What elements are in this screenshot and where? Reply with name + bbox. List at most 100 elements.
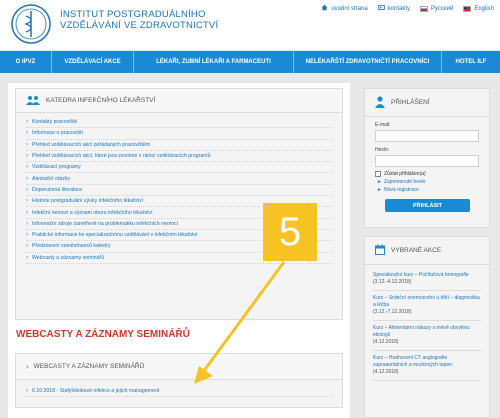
people-icon (26, 95, 40, 107)
calendar-icon (375, 244, 385, 257)
top-link-home[interactable]: úvodní strana (321, 4, 368, 13)
list-item[interactable]: Kurz – Srdeční onemocnění u dětí – diagn… (373, 291, 481, 321)
arrow-right-icon: › (26, 254, 28, 261)
login-title: PŘIHLÁŠENÍ (391, 99, 430, 106)
department-header: KATEDRA INFEKČNÍHO LÉKAŘSTVÍ (16, 89, 342, 113)
top-link-contacts-label: kontakty (387, 5, 411, 12)
top-link-russian-label: Русский (431, 5, 454, 12)
arrow-right-icon: ► (377, 179, 382, 185)
flag-ru-icon (420, 5, 429, 12)
department-link-label: Infekční nemoci a význam oboru infekčníh… (32, 209, 153, 216)
register-link[interactable]: ► Nová registrace (377, 187, 489, 193)
webcasts-section-title: WEBCASTY A ZÁZNAMY SEMINÁŘŮ (16, 329, 190, 340)
contacts-icon (377, 4, 385, 13)
nav-item-hotel-ilf[interactable]: HOTEL ILF (442, 51, 500, 73)
flag-en-icon (463, 5, 472, 12)
top-link-russian[interactable]: Русский (420, 5, 454, 12)
list-item[interactable]: › Doporučená literatura (26, 185, 332, 197)
webcasts-box-title: WEBCASTY A ZÁZNAMY SEMINÁŘŮ (33, 363, 145, 370)
action-title: Specializační kurz – Počítačová tomograf… (373, 272, 469, 278)
department-link-label: Kontakty pracoviště (32, 119, 78, 126)
nav-item-o-ipvz[interactable]: O IPVZ (0, 51, 52, 73)
arrow-right-icon: › (26, 130, 28, 137)
list-item[interactable]: › Přehled vzdělávacích akcí pořádaných pr… (26, 140, 332, 151)
action-date: (4.12.2018) (373, 369, 399, 375)
action-title: Kurz – Srdeční onemocnění u dětí – diagn… (373, 295, 480, 308)
department-link-label: Praktické informace ke specializačnímu v… (32, 232, 198, 239)
institute-name[interactable]: INSTITUT POSTGRADUÁLNÍHO VZDĚLÁVÁNÍ VE Z… (60, 9, 218, 31)
forgot-password-label: Zapomenuté heslo (383, 179, 426, 185)
remember-label: Zůstat přihlášen(a) (384, 171, 426, 177)
webcast-item-label: 6.10.2018 - Stafylokokové infekce a jeji… (32, 388, 160, 395)
arrow-right-icon: › (26, 153, 28, 160)
list-item[interactable]: › 6.10.2018 - Stafylokokové infekce a je… (26, 386, 332, 398)
login-button[interactable]: PŘIHLÁSIT (385, 199, 470, 212)
arrow-right-icon: › (26, 388, 28, 395)
arrow-right-icon: › (26, 198, 28, 205)
login-header: PŘIHLÁŠENÍ (365, 89, 489, 117)
nav-item-vzdelavaci-akce[interactable]: VZDĚLÁVACÍ AKCE (52, 51, 134, 73)
forgot-password-link[interactable]: ► Zapomenuté heslo (377, 179, 489, 185)
list-item[interactable]: › Vzdělávací programy (26, 162, 332, 174)
arrow-right-icon: › (26, 164, 28, 171)
department-link-label: Informační zdroje zaměřené na problemati… (32, 220, 179, 227)
list-item[interactable]: › Atestační otázky (26, 173, 332, 185)
remember-row: Zůstat přihlášen(a) (375, 171, 489, 177)
nav-item-nelekarsti[interactable]: NELÉKAŘŠTÍ ZDRAVOTNIČTÍ PRACOVNÍCI (294, 51, 442, 73)
institute-name-line2: VZDĚLÁVÁNÍ VE ZDRAVOTNICTVÍ (60, 20, 219, 31)
department-link-label: Vzdělávací programy (32, 164, 81, 171)
email-field[interactable] (375, 130, 479, 142)
action-title: Kurz – Alimentární nákazy s méně obvyklo… (373, 325, 470, 338)
register-label: Nová registrace (383, 187, 419, 193)
user-icon (375, 95, 385, 110)
department-link-label: Přehled vzdělávacích akcí pořádaných pra… (32, 141, 151, 148)
action-date: (3.12.-7.12.2018) (373, 309, 412, 315)
list-item[interactable]: Specializační kurz – Počítačová tomograf… (373, 268, 481, 291)
remember-checkbox[interactable] (375, 171, 381, 177)
list-item[interactable]: Kurz – Hodnocení CT angiografie supraaor… (373, 351, 481, 381)
password-label: Heslo: (375, 147, 390, 153)
webcasts-box: › WEBCASTY A ZÁZNAMY SEMINÁŘŮ › 6.10.201… (15, 353, 343, 408)
password-field[interactable] (375, 155, 479, 167)
main-nav: O IPVZ VZDĚLÁVACÍ AKCE LÉKAŘI, ZUBNÍ LÉK… (0, 51, 500, 73)
action-date: (4.12.2018) (373, 339, 399, 345)
list-item[interactable]: Kurz – Alimentární nákazy s méně obvyklo… (373, 321, 481, 351)
chevron-right-icon: › (26, 362, 29, 371)
home-icon (321, 4, 328, 13)
arrow-right-icon: › (26, 209, 28, 216)
arrow-right-icon: › (26, 141, 28, 148)
step-number-badge: 5 (263, 203, 317, 261)
department-link-label: Přehled vzdělávacích akcí, které jsou po… (32, 153, 211, 160)
webcasts-header[interactable]: › WEBCASTY A ZÁZNAMY SEMINÁŘŮ (16, 354, 342, 380)
list-item[interactable]: › Přehled vzdělávacích akcí, které jsou p… (26, 151, 332, 163)
action-date: (3.12.-4.12.2018) (373, 279, 412, 285)
selected-actions-box: VYBRANÉ AKCE Specializační kurz – Počíta… (364, 236, 490, 418)
arrow-right-icon: › (26, 243, 28, 250)
department-link-label: Představení zaměstnanců katedry (32, 243, 111, 250)
selected-actions-title: VYBRANÉ AKCE (391, 247, 442, 254)
site-header: INSTITUT POSTGRADUÁLNÍHO VZDĚLÁVÁNÍ VE Z… (0, 0, 500, 50)
arrow-right-icon: › (26, 175, 28, 182)
department-link-label: Informace o pracovišti (32, 130, 83, 137)
arrow-right-icon: ► (377, 187, 382, 193)
arrow-right-icon: › (26, 119, 28, 126)
selected-actions-header: VYBRANÉ AKCE (365, 237, 489, 265)
top-link-home-label: úvodní strana (331, 5, 368, 12)
webcasts-list: › 6.10.2018 - Stafylokokové infekce a je… (16, 380, 342, 398)
institute-name-line1: INSTITUT POSTGRADUÁLNÍHO (60, 9, 206, 20)
institute-logo[interactable] (10, 3, 52, 45)
list-item[interactable]: › Informace o pracovišti (26, 128, 332, 140)
nav-item-lekari[interactable]: LÉKAŘI, ZUBNÍ LÉKAŘI A FARMACEUTI (134, 51, 294, 73)
department-link-label: Doporučená literatura (32, 186, 82, 193)
list-item[interactable]: › Kontakty pracoviště (26, 117, 332, 129)
department-link-label: Atestační otázky (32, 175, 71, 182)
email-label: E-mail: (375, 122, 391, 128)
action-title: Kurz – Hodnocení CT angiografie supraaor… (373, 355, 452, 368)
top-link-english[interactable]: English (463, 5, 494, 12)
top-link-english-label: English (474, 5, 494, 12)
login-box: PŘIHLÁŠENÍ E-mail: Heslo: Zůstat přihláš… (364, 88, 490, 228)
department-title: KATEDRA INFEKČNÍHO LÉKAŘSTVÍ (46, 97, 156, 104)
top-link-contacts[interactable]: kontakty (377, 4, 411, 13)
department-link-label: Webcasty a záznamy seminářů (32, 254, 104, 261)
arrow-right-icon: › (26, 186, 28, 193)
